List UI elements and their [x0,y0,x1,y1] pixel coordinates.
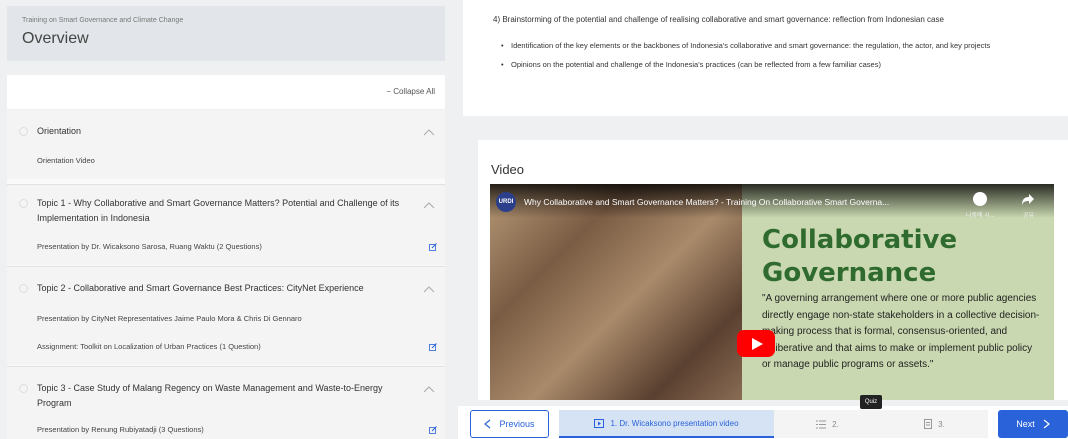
topic-title[interactable]: Topic 3 - Case Study of Malang Regency o… [37,381,412,411]
bullet-list: Identification of the key elements or th… [501,40,1051,78]
slide-title-line-2: Governance [762,258,937,288]
collapse-all-button[interactable]: − Collapse All [386,87,435,96]
topic-list: Orientation Orientation Video Topic 1 - … [7,110,445,439]
edit-icon[interactable] [429,343,437,351]
next-button[interactable]: Next [998,410,1068,438]
topic-section: Topic 2 - Collaborative and Smart Govern… [7,267,445,365]
chevron-up-icon[interactable] [423,385,435,393]
bullet-item: Opinions on the potential and challenge … [501,59,1051,70]
quiz-tooltip: Quiz [860,395,882,409]
channel-avatar[interactable]: URDI [496,192,516,212]
chevron-up-icon[interactable] [423,201,435,209]
topic-title[interactable]: Topic 2 - Collaborative and Smart Govern… [37,281,412,296]
previous-label: Previous [499,419,535,429]
watch-later-icon[interactable] [973,192,987,206]
document-icon [924,419,933,429]
step-label: 2. [832,419,839,429]
progress-circle-icon [19,284,28,293]
course-header: Training on Smart Governance and Climate… [7,6,445,61]
course-subtitle: Training on Smart Governance and Climate… [22,17,184,24]
step-video[interactable]: 1. Dr. Wicaksono presentation video [559,410,774,438]
progress-circle-icon [19,127,28,136]
share-icon[interactable] [1021,192,1035,206]
chevron-left-icon [484,419,491,429]
topic-title[interactable]: Orientation [37,124,412,139]
lesson-description: 4) Brainstorming of the potential and ch… [463,0,1068,116]
share-label: 공유 [1023,213,1035,219]
page-title: Overview [22,30,89,47]
lesson-item[interactable]: Presentation by CityNet Representatives … [37,314,302,323]
topic-section: Orientation Orientation Video [7,110,445,179]
collapse-bar: − Collapse All [7,75,445,109]
progress-circle-icon [19,384,28,393]
description-text: 4) Brainstorming of the potential and ch… [493,15,944,24]
topic-title[interactable]: Topic 1 - Why Collaborative and Smart Go… [37,196,412,226]
slide-quote: "A governing arrangement where one or mo… [762,293,1040,370]
lesson-item[interactable]: Orientation Video [37,156,95,165]
progress-circle-icon [19,199,28,208]
topic-section: Topic 3 - Case Study of Malang Regency o… [7,367,445,439]
lesson-item[interactable]: Presentation by Dr. Wicaksono Sarosa, Ru… [37,242,262,251]
play-button[interactable] [737,330,775,357]
lesson-navigation: Previous 1. Dr. Wicaksono presentation v… [458,406,1068,439]
step-document[interactable]: 3. [881,410,988,438]
edit-icon[interactable] [429,243,437,251]
course-outline-panel: Training on Smart Governance and Climate… [7,6,445,439]
video-heading: Video [491,162,525,177]
list-icon [816,420,827,428]
step-label: 1. Dr. Wicaksono presentation video [610,418,739,428]
bullet-item: Identification of the key elements or th… [501,40,1051,51]
lesson-item[interactable]: Assignment: Toolkit on Localization of U… [37,342,261,351]
video-title[interactable]: Why Collaborative and Smart Governance M… [524,197,954,207]
video-topbar: URDI Why Collaborative and Smart Governa… [490,184,1054,219]
chevron-right-icon [1043,419,1050,429]
step-label: 3. [938,419,945,429]
chevron-up-icon[interactable] [423,285,435,293]
next-label: Next [1016,419,1035,429]
video-icon [594,418,605,428]
chevron-up-icon[interactable] [423,128,435,136]
topic-section: Topic 1 - Why Collaborative and Smart Go… [7,185,445,265]
video-card: Video Collaborative Governance "A govern… [478,140,1068,400]
slide-title-line-1: Collaborative [762,225,958,255]
video-player[interactable]: Collaborative Governance "A governing ar… [490,184,1054,400]
slide-title: Collaborative Governance [762,224,957,290]
watch-later-label: 나중에 시... [966,213,995,219]
step-quiz[interactable]: 2. [774,410,881,438]
previous-button[interactable]: Previous [470,410,549,438]
lesson-item[interactable]: Presentation by Renung Rubiyatadji (3 Qu… [37,425,204,434]
edit-icon[interactable] [429,426,437,434]
